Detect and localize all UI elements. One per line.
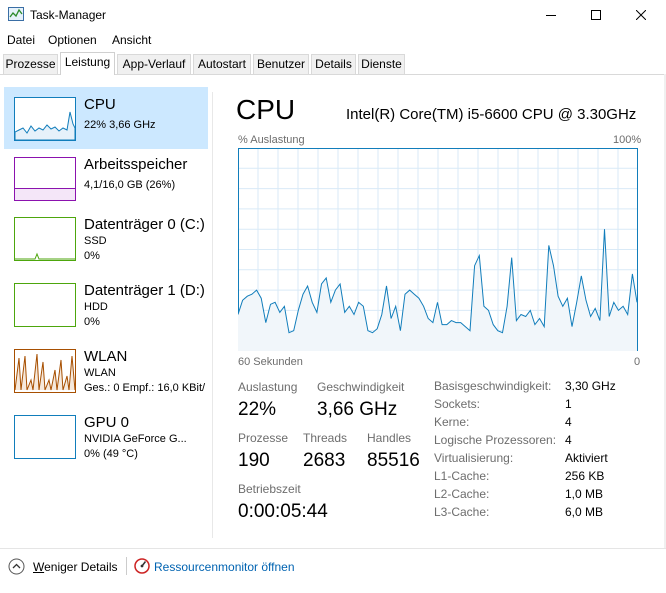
sidebar-item-disk-0[interactable]: Datenträger 0 (C:) SSD 0% (4, 207, 208, 269)
speed-label: Geschwindigkeit (317, 380, 405, 394)
tab-benutzer[interactable]: Benutzer (253, 54, 309, 74)
handles-label: Handles (367, 431, 412, 445)
l3-cache-value: 6,0 MB (565, 505, 604, 519)
base-speed-label: Basisgeschwindigkeit: (434, 379, 552, 393)
chevron-up-icon[interactable] (8, 558, 25, 580)
title-bar[interactable]: Task-Manager (0, 0, 666, 30)
tab-autostart[interactable]: Autostart (193, 54, 251, 74)
menu-ansicht[interactable]: Ansicht (112, 33, 151, 47)
graph-x-end-label: 0 (634, 356, 641, 368)
l1-cache-value: 256 KB (565, 469, 605, 483)
sidebar-item-type: HDD (84, 301, 108, 313)
cores-value: 4 (565, 415, 572, 429)
virtualization-label: Virtualisierung: (434, 451, 514, 465)
sidebar-item-usage: 0% (49 °C) (84, 448, 138, 460)
menu-bar: Datei Optionen Ansicht (0, 30, 666, 50)
gpu-mini-graph (14, 415, 76, 459)
processes-value: 190 (238, 450, 270, 471)
memory-mini-graph (14, 157, 76, 201)
sidebar-item-title: Datenträger 1 (D:) (84, 282, 205, 299)
disk-0-mini-graph (14, 217, 76, 261)
tab-prozesse[interactable]: Prozesse (3, 54, 58, 74)
l2-cache-value: 1,0 MB (565, 487, 604, 501)
cores-label: Kerne: (434, 415, 470, 429)
threads-label: Threads (303, 431, 348, 445)
sidebar-item-usage: 0% (84, 316, 100, 328)
graph-y-label: % Auslastung (238, 134, 305, 146)
graph-x-label: 60 Sekunden (238, 356, 303, 368)
sidebar-item-model: NVIDIA GeForce G... (84, 433, 187, 445)
sockets-label: Sockets: (434, 397, 481, 411)
processes-label: Prozesse (238, 431, 289, 445)
sidebar-item-cpu[interactable]: CPU 22% 3,66 GHz (4, 87, 208, 149)
sidebar-item-title: CPU (84, 96, 116, 113)
handles-value: 85516 (367, 450, 420, 471)
menu-optionen[interactable]: Optionen (48, 33, 97, 47)
l3-cache-label: L3-Cache: (434, 505, 490, 519)
sidebar-divider (212, 92, 213, 538)
wlan-mini-graph (14, 349, 76, 393)
logical-processors-value: 4 (565, 433, 572, 447)
sidebar-item-gpu[interactable]: GPU 0 NVIDIA GeForce G... 0% (49 °C) (4, 405, 208, 467)
window-title: Task-Manager (30, 8, 107, 22)
sidebar-item-disk-1[interactable]: Datenträger 1 (D:) HDD 0% (4, 273, 208, 335)
fewer-details-link[interactable]: Weniger Details (33, 560, 117, 574)
auslastung-value: 22% (238, 399, 277, 420)
sidebar-item-detail: 22% 3,66 GHz (84, 119, 156, 131)
speed-value: 3,66 GHz (317, 399, 398, 420)
sidebar-item-type: WLAN (84, 367, 116, 379)
cpu-model-name: Intel(R) Core(TM) i5-6600 CPU @ 3.30GHz (346, 106, 637, 123)
uptime-value: 0:00:05:44 (238, 501, 328, 522)
tab-dienste[interactable]: Dienste (358, 54, 405, 74)
sidebar-item-usage: 0% (84, 250, 100, 262)
footer-divider (126, 557, 127, 575)
task-manager-icon (8, 7, 24, 21)
threads-value: 2683 (303, 450, 346, 471)
disk-1-mini-graph (14, 283, 76, 327)
auslastung-label: Auslastung (238, 380, 298, 394)
tab-app-verlauf[interactable]: App-Verlauf (117, 54, 191, 74)
cpu-usage-graph (238, 148, 638, 351)
cpu-mini-graph (14, 97, 76, 141)
uptime-label: Betriebszeit (238, 482, 301, 496)
sidebar-item-detail: 4,1/16,0 GB (26%) (84, 179, 176, 191)
sidebar-item-wlan[interactable]: WLAN WLAN Ges.: 0 Empf.: 16,0 KBit/ (4, 339, 208, 401)
sidebar-item-title: WLAN (84, 348, 128, 365)
tab-bar: Prozesse Leistung App-Verlauf Autostart … (0, 52, 666, 75)
open-resource-monitor-link[interactable]: Ressourcenmonitor öffnen (154, 560, 295, 574)
graph-y-max-label: 100% (613, 134, 642, 146)
base-speed-value: 3,30 GHz (565, 379, 616, 393)
sidebar-item-memory[interactable]: Arbeitsspeicher 4,1/16,0 GB (26%) (4, 147, 208, 209)
resource-sidebar: CPU 22% 3,66 GHz Arbeitsspeicher 4,1/16,… (0, 83, 212, 543)
l1-cache-label: L1-Cache: (434, 469, 490, 483)
tab-leistung[interactable]: Leistung (60, 52, 115, 75)
minimize-button[interactable] (528, 0, 574, 30)
virtualization-value: Aktiviert (565, 451, 608, 465)
sidebar-item-title: Arbeitsspeicher (84, 156, 188, 173)
sidebar-item-throughput: Ges.: 0 Empf.: 16,0 KBit/ (84, 382, 206, 394)
sidebar-item-title: Datenträger 0 (C:) (84, 216, 205, 233)
sidebar-item-type: SSD (84, 235, 107, 247)
page-title: CPU (236, 94, 296, 125)
sidebar-item-title: GPU 0 (84, 414, 130, 431)
sockets-value: 1 (565, 397, 572, 411)
logical-processors-label: Logische Prozessoren: (434, 433, 557, 447)
menu-datei[interactable]: Datei (7, 33, 35, 47)
maximize-button[interactable] (573, 0, 619, 30)
l2-cache-label: L2-Cache: (434, 487, 490, 501)
close-button[interactable] (618, 0, 664, 30)
footer-bar: Weniger Details Ressourcenmonitor öffnen (0, 548, 666, 593)
tab-details[interactable]: Details (311, 54, 356, 74)
resource-monitor-icon (134, 558, 150, 579)
